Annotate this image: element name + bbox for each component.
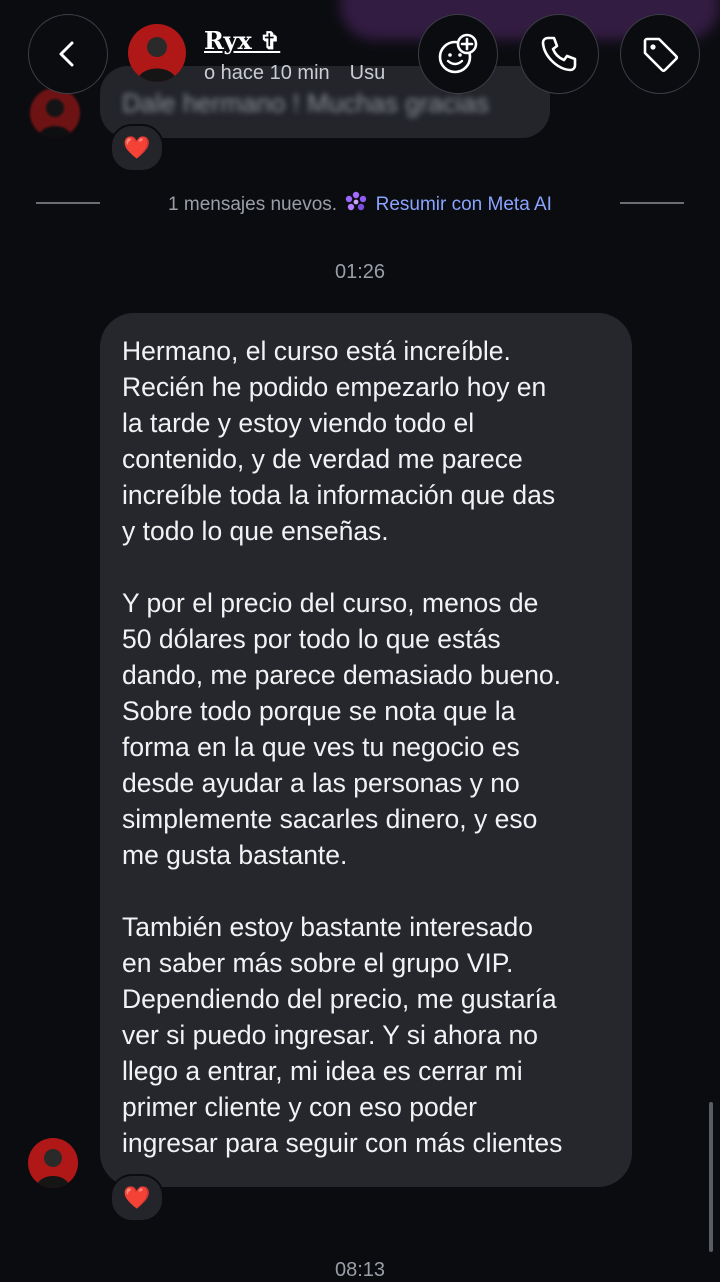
contact-name[interactable]: Ryx ✞ — [204, 26, 280, 55]
timestamp: 08:13 — [334, 1259, 386, 1281]
sender-avatar-previous[interactable] — [30, 88, 80, 138]
meta-ai-icon[interactable] — [344, 190, 368, 220]
heart-reaction: ❤️ — [123, 135, 151, 160]
call-button[interactable] — [519, 14, 599, 94]
person-silhouette-icon — [38, 99, 72, 138]
new-messages-count: 1 mensajes nuevos. — [168, 194, 338, 215]
phone-icon — [541, 36, 577, 72]
previous-message-text: Dale hermano ! Muchas gracias — [122, 88, 490, 118]
previous-message-reaction[interactable]: ❤️ — [110, 124, 164, 172]
message-text: Hermano, el curso está increíble. Recién… — [122, 333, 622, 1161]
scrollbar[interactable] — [709, 1102, 713, 1252]
chevron-left-icon — [59, 41, 74, 67]
message-bubble[interactable]: Hermano, el curso está increíble. Recién… — [100, 313, 632, 1187]
message-reaction[interactable]: ❤️ — [110, 1174, 164, 1222]
person-silhouette-icon — [137, 37, 177, 82]
person-silhouette-icon — [36, 1149, 70, 1188]
timestamp: 01:26 — [334, 261, 386, 283]
message-paragraph: Hermano, el curso está increíble. Recién… — [122, 336, 556, 546]
message-paragraph: También estoy bastante interesado en sab… — [122, 912, 563, 1158]
back-button[interactable] — [28, 14, 108, 94]
summarize-meta-ai-link[interactable]: Resumir con Meta AI — [376, 194, 552, 215]
effects-button[interactable] — [418, 14, 498, 94]
sender-avatar[interactable] — [28, 1138, 78, 1188]
new-messages-divider: 1 mensajes nuevos. Resumir con Meta AI — [0, 190, 720, 220]
tag-button[interactable] — [620, 14, 700, 94]
sticker-add-icon — [438, 33, 478, 74]
contact-avatar[interactable] — [128, 24, 186, 82]
contact-status: o hace 10 min Usu — [204, 62, 386, 84]
tag-icon — [643, 37, 679, 73]
message-paragraph: Y por el precio del curso, menos de 50 d… — [122, 588, 562, 870]
heart-reaction: ❤️ — [123, 1185, 151, 1210]
